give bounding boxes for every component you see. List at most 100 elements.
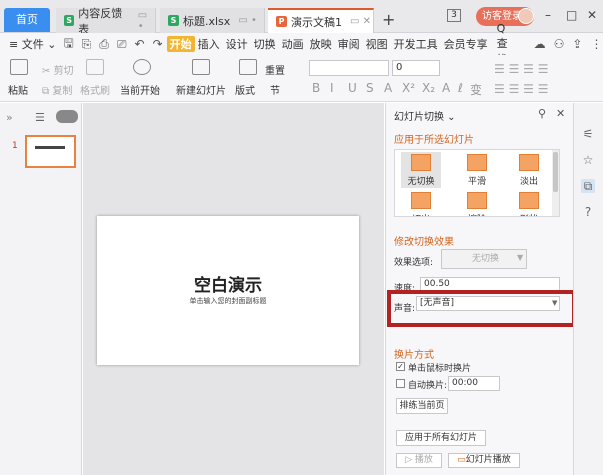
italic-button[interactable]: I <box>330 81 334 95</box>
slide-transition-pane: 幻灯片切换 ⌄ ⚲ ✕ 应用于所选幻灯片 无切换 平滑 淡出 切出 擦除 形状 <box>385 103 573 475</box>
font-size-select[interactable]: 0 <box>392 60 440 76</box>
slideshow-button[interactable]: ▭幻灯片播放 <box>448 453 520 468</box>
transition-fade-icon <box>519 154 539 171</box>
more-icon[interactable]: ⋮ <box>586 37 603 51</box>
subscript-button[interactable]: X₂ <box>422 81 435 95</box>
new-slide-button[interactable]: 新建幻灯片 <box>176 82 226 97</box>
format-painter-button[interactable]: 格式刷 <box>80 82 110 97</box>
shadow-button[interactable]: A <box>384 81 392 95</box>
slideshow-icon: ▭ <box>457 455 466 465</box>
tab-menu-icon[interactable]: ▭ • <box>238 15 257 26</box>
play-icon[interactable] <box>133 59 151 75</box>
slideshow-label: 幻灯片播放 <box>465 455 511 465</box>
play-button[interactable]: ▷ 播放 <box>396 453 442 468</box>
window-count-badge[interactable]: 3 <box>447 9 461 22</box>
cloud-icon[interactable]: ☁ <box>530 37 550 51</box>
transition-smooth[interactable]: 平滑 <box>457 154 497 187</box>
align-left-icon[interactable]: ☰ ☰ ☰ ☰ <box>494 62 548 76</box>
font-name-select[interactable] <box>309 60 389 76</box>
close-icon[interactable]: ✕ <box>587 8 597 22</box>
maximize-icon[interactable]: □ <box>566 8 577 22</box>
slide[interactable]: 空白演示 单击输入您的封面副标题 <box>97 216 359 365</box>
save-icon[interactable]: 🖫 <box>59 34 77 55</box>
transition-cut[interactable]: 切出 <box>401 192 441 216</box>
settings-sliders-icon[interactable]: ⚟ <box>581 127 595 141</box>
tab-feedback-form[interactable]: S 内容反馈表 ▭ • <box>56 7 156 36</box>
play-from-current-button[interactable]: 当前开始 <box>120 82 160 97</box>
effect-options-select[interactable]: 无切换 <box>441 249 527 269</box>
menu-member[interactable]: 会员专享 <box>441 36 491 52</box>
undo-icon[interactable]: ↶ <box>131 37 149 51</box>
menu-view[interactable]: 视图 <box>363 36 391 52</box>
print-preview-icon[interactable]: ⎙ <box>95 37 113 52</box>
tab-home[interactable]: 首页 <box>4 8 50 32</box>
tab-menu-icon[interactable]: ▭ • <box>138 10 155 32</box>
apply-to-all-button[interactable]: 应用于所有幻灯片 <box>396 430 486 446</box>
menu-start[interactable]: 开始 <box>166 36 195 52</box>
rehearse-current-button[interactable]: 排练当前页 <box>396 398 448 414</box>
tab-menu-icon[interactable]: ▭ ✕ <box>350 16 371 27</box>
help-icon[interactable]: ? <box>581 205 595 219</box>
export-pdf-icon[interactable]: ⎘ <box>78 37 96 52</box>
bold-button[interactable]: B <box>312 81 320 95</box>
paste-button[interactable]: 粘贴 <box>8 82 28 97</box>
transition-shape-icon <box>519 192 539 209</box>
slide-title[interactable]: 空白演示 <box>97 271 359 296</box>
outline-view-icon[interactable]: ☰ <box>35 111 45 124</box>
pane-title[interactable]: 幻灯片切换 ⌄ <box>394 108 456 123</box>
auto-advance-time-input[interactable]: 00:00 <box>448 376 500 391</box>
avatar[interactable] <box>518 8 534 24</box>
on-click-checkbox[interactable]: ✓ <box>396 362 405 371</box>
tab-presentation1[interactable]: P 演示文稿1 ▭ ✕ <box>268 8 374 33</box>
section-button[interactable]: 节 <box>270 82 280 97</box>
transition-fade[interactable]: 淡出 <box>509 154 549 187</box>
expand-panel-icon[interactable]: » <box>6 111 13 124</box>
transition-wipe[interactable]: 擦除 <box>457 192 497 216</box>
redo-icon[interactable]: ↷ <box>149 37 167 51</box>
share-icon[interactable]: ⇪ <box>568 37 586 51</box>
layout-icon[interactable] <box>239 59 257 75</box>
cut-button[interactable]: ✂ 剪切 <box>42 62 74 77</box>
file-menu[interactable]: ≡ 文件 ⌄ <box>6 36 59 52</box>
layout-button[interactable]: 版式 <box>235 82 255 97</box>
text-effect-button[interactable]: 变 <box>470 81 482 98</box>
menu-transition[interactable]: 切换 <box>251 36 279 52</box>
add-tab-button[interactable]: + <box>382 10 395 29</box>
tab-title-xlsx[interactable]: S 标题.xlsx ▭ • <box>160 8 265 33</box>
collaborate-icon[interactable]: ⚇ <box>550 37 569 51</box>
thumbnail-view-icon[interactable] <box>56 110 78 123</box>
menu-insert[interactable]: 插入 <box>195 36 223 52</box>
advance-section-heading: 换片方式 <box>394 350 434 361</box>
transition-none[interactable]: 无切换 <box>401 152 441 188</box>
menu-review[interactable]: 审阅 <box>335 36 363 52</box>
copy-button[interactable]: ⧉ 复制 <box>42 82 72 97</box>
paste-icon[interactable] <box>10 59 28 75</box>
print-icon[interactable]: ⎚ <box>113 37 131 52</box>
close-icon[interactable]: ✕ <box>556 107 565 120</box>
font-color-button[interactable]: A <box>442 81 450 95</box>
align-justify-icon[interactable]: ☰ ☰ ☰ ☰ <box>494 82 548 96</box>
transition-pane-icon[interactable]: ⧉ <box>581 179 595 193</box>
slide-subtitle[interactable]: 单击输入您的封面副标题 <box>97 296 359 306</box>
underline-button[interactable]: U <box>348 81 357 95</box>
menu-developer[interactable]: 开发工具 <box>391 36 441 52</box>
gallery-scrollbar[interactable] <box>552 150 559 216</box>
transition-smooth-icon <box>467 154 487 171</box>
slide-thumbnail[interactable] <box>25 135 76 168</box>
star-icon[interactable]: ☆ <box>581 153 595 167</box>
new-slide-icon[interactable] <box>192 59 210 75</box>
highlight-button[interactable]: ℓ <box>458 81 463 95</box>
auto-advance-checkbox[interactable] <box>396 379 405 388</box>
minimize-icon[interactable]: – <box>545 8 551 22</box>
menu-design[interactable]: 设计 <box>223 36 251 52</box>
scrollbar-thumb[interactable] <box>553 152 558 192</box>
reset-button[interactable]: 重置 <box>265 62 285 77</box>
menu-animation[interactable]: 动画 <box>279 36 307 52</box>
strikethrough-button[interactable]: S <box>366 81 374 95</box>
slide-thumbnail-panel: » ☰ 1 <box>0 103 82 475</box>
menu-slideshow[interactable]: 放映 <box>307 36 335 52</box>
pin-icon[interactable]: ⚲ <box>538 107 546 120</box>
transition-shape[interactable]: 形状 <box>509 192 549 216</box>
transition-label: 平滑 <box>467 177 486 187</box>
superscript-button[interactable]: X² <box>402 81 415 95</box>
